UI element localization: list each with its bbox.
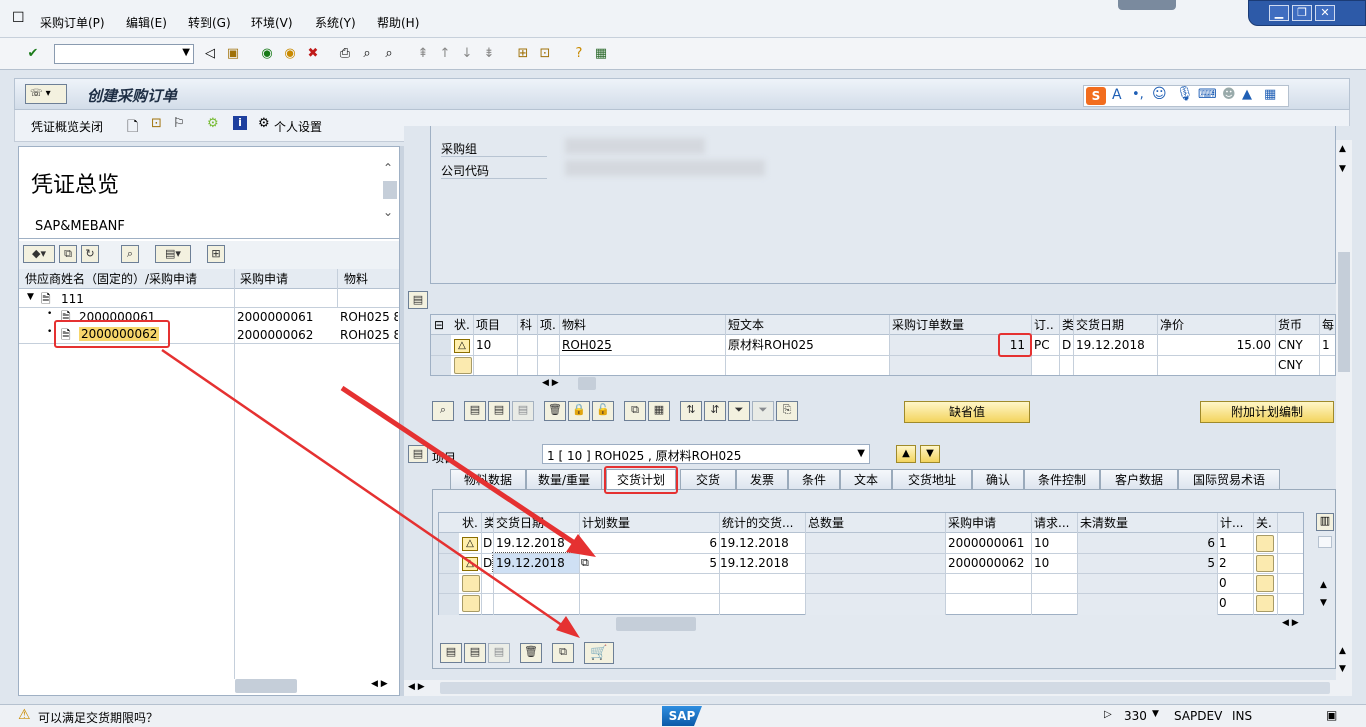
chevron-down-icon[interactable]: ▼ [1152,709,1159,719]
system-name: SAPDEV [1174,709,1223,723]
layout-icon[interactable]: ▣ [1326,708,1337,722]
status-message[interactable]: 可以满足交货期限吗？ [38,709,158,726]
insert-mode[interactable]: INS [1232,709,1252,723]
annotation-arrow [161,348,596,638]
sap-logo: SAP [662,706,702,726]
session-number: 330 [1124,709,1147,723]
status-expand-icon[interactable]: ▷ [1104,709,1112,720]
warning-icon: ⚠ [18,707,31,723]
status-bar: ⚠ 可以满足交货期限吗？ SAP ▷ 330 ▼ SAPDEV INS ▣ [0,704,1366,727]
